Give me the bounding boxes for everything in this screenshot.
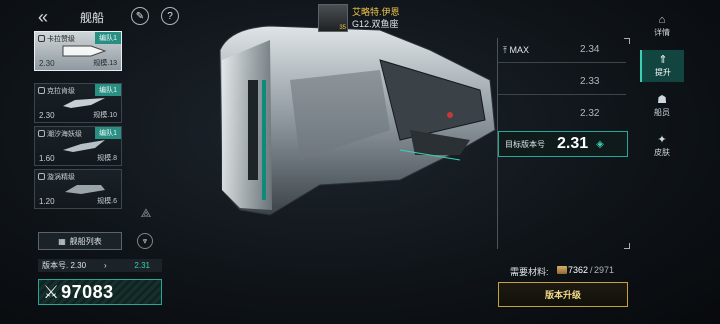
ship-name: 卡拉赞级	[47, 36, 75, 43]
ship-list-button[interactable]: ▦ 舰船列表	[38, 232, 122, 250]
ship-thumbnail	[62, 45, 107, 57]
new-version: 2.31	[134, 261, 150, 270]
upgrade-version-button[interactable]: 版本升级	[498, 282, 628, 307]
nav-crew[interactable]: ☗ 船员	[640, 90, 684, 122]
help-button[interactable]: ?	[161, 7, 179, 25]
material-icon	[557, 266, 567, 274]
combat-power-value: 97083	[61, 281, 114, 302]
crew-icon: ☗	[657, 94, 667, 106]
combat-power: ⚔ 97083	[38, 279, 162, 305]
divider	[498, 94, 626, 95]
ship-class-icon: ⟁	[140, 205, 152, 220]
commander-subtitle: G12.双鱼座	[352, 19, 399, 29]
max-arrow-icon: ⤒	[503, 45, 507, 55]
ship-thumbnail	[63, 140, 105, 152]
ship-version: 2.30	[39, 111, 55, 120]
materials-label: 需要材料:	[510, 267, 549, 277]
ship-type-icon	[38, 173, 45, 180]
ship-illustration	[219, 25, 496, 216]
crossed-swords-icon: ⚔	[43, 281, 60, 302]
edit-icon: ✎	[135, 10, 145, 22]
ship-version: 2.30	[39, 59, 55, 68]
filter-button[interactable]: ⩔	[137, 233, 153, 249]
nav-details[interactable]: ⌂ 详情	[640, 10, 684, 42]
commander-level: 35	[339, 25, 346, 31]
ship-thumbnail	[65, 185, 105, 194]
ship-list-label: 舰船列表	[69, 236, 102, 246]
ship-thumbnail	[63, 98, 105, 108]
diamond-icon: ◈	[596, 138, 604, 150]
panel-corner	[624, 243, 630, 249]
ship-card-1[interactable]: 卡拉赞级 编队1 2.30 规模.13	[34, 31, 122, 71]
version-option[interactable]: 2.32	[580, 108, 599, 119]
filter-icon: ⩔	[142, 236, 148, 245]
ship-card-4[interactable]: 漩涡精级 1.20 规模.6	[34, 169, 122, 209]
current-version: 版本号. 2.30	[42, 261, 87, 270]
ship-card-3[interactable]: 潮汐海妖级 编队1 1.60 规模.8	[34, 126, 122, 166]
ship-name: 潮汐海妖级	[47, 131, 82, 138]
back-chevron-icon: «	[37, 6, 48, 27]
ship-version: 1.60	[39, 154, 55, 163]
arrow-right-icon: ›	[104, 261, 107, 270]
fleet-badge: 编队1	[95, 127, 121, 139]
ship-card-2[interactable]: 克拉肯级 编队1 2.30 规模.10	[34, 83, 122, 123]
ship-name: 克拉肯级	[47, 88, 75, 95]
ship-version: 1.20	[39, 197, 55, 206]
version-option[interactable]: 2.34	[580, 44, 599, 55]
version-option[interactable]: 2.33	[580, 76, 599, 87]
panel-corner	[624, 38, 630, 44]
materials-required: 2971	[594, 265, 615, 275]
max-version-label: ⤒ MAX	[503, 45, 530, 55]
fleet-badge: 编队1	[95, 32, 121, 44]
target-version-row[interactable]: 目标版本号 2.31 ◈	[498, 131, 628, 157]
ship-scale: 规模.13	[93, 60, 117, 67]
nav-upgrade[interactable]: ⇑ 提升	[640, 50, 684, 82]
upgrade-icon: ⇑	[658, 54, 668, 66]
ship-type-icon	[38, 35, 45, 42]
upgrade-version-label: 版本升级	[544, 290, 581, 300]
nav-skin[interactable]: ✦ 皮肤	[640, 130, 684, 162]
skin-icon: ✦	[657, 134, 667, 146]
fleet-badge: 编队1	[95, 84, 121, 96]
ship-type-icon	[38, 87, 45, 94]
commander-avatar[interactable]: 35	[318, 4, 348, 32]
ship-name: 漩涡精级	[47, 174, 75, 181]
divider	[498, 62, 626, 63]
materials-separator: /	[590, 265, 593, 275]
edit-button[interactable]: ✎	[131, 7, 149, 25]
help-icon: ?	[167, 10, 173, 22]
back-button[interactable]: «	[32, 6, 54, 28]
version-bar: 版本号. 2.30 › 2.31	[38, 259, 162, 272]
target-version-label: 目标版本号	[505, 139, 545, 149]
ship-type-icon	[38, 130, 45, 137]
ship-scale: 规模.10	[93, 112, 117, 119]
target-version-value: 2.31	[557, 135, 589, 152]
page-title: 舰船	[80, 11, 105, 25]
detail-icon: ⌂	[658, 14, 666, 26]
grid-icon: ▦	[58, 236, 66, 246]
materials-current: 7362	[568, 265, 589, 275]
ship-scale: 规模.6	[97, 198, 117, 205]
ship-scale: 规模.8	[97, 155, 117, 162]
